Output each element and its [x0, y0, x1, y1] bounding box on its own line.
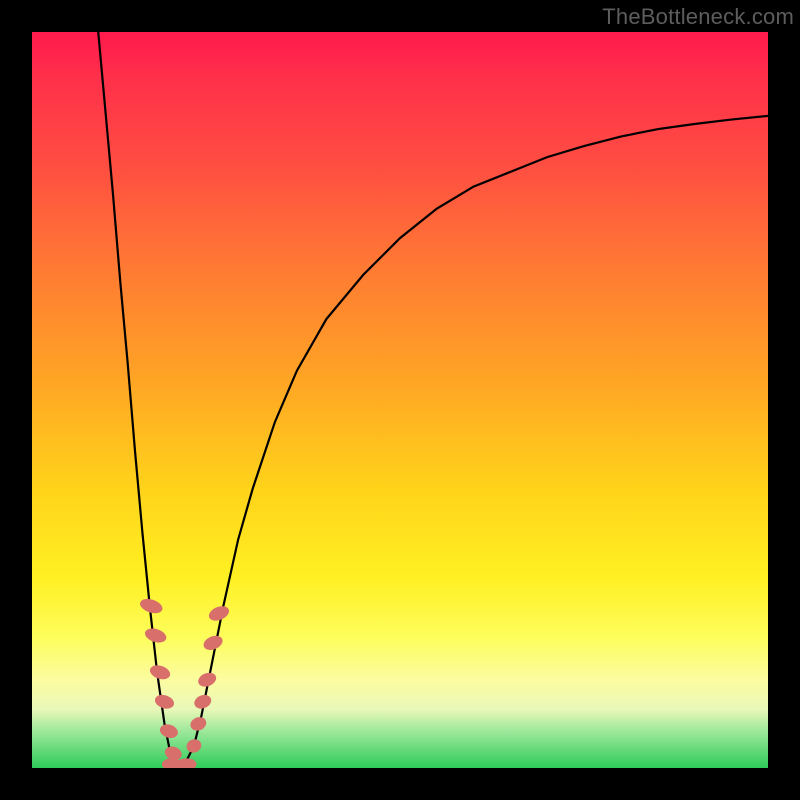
data-marker	[163, 744, 183, 762]
data-marker	[162, 758, 182, 768]
data-marker	[207, 603, 231, 623]
data-marker	[192, 692, 213, 711]
chart-frame: TheBottleneck.com	[0, 0, 800, 800]
data-marker	[177, 758, 197, 768]
data-marker	[138, 596, 164, 616]
marker-group	[138, 596, 231, 768]
data-marker	[158, 722, 180, 740]
data-marker	[148, 663, 172, 682]
plot-area	[32, 32, 768, 768]
data-marker	[143, 626, 168, 645]
watermark-text: TheBottleneck.com	[602, 4, 794, 30]
marker-layer	[32, 32, 768, 768]
bottleneck-curve-right	[179, 116, 768, 768]
data-marker	[185, 737, 204, 755]
data-marker	[153, 693, 176, 711]
curve-layer	[32, 32, 768, 768]
data-marker	[201, 633, 224, 652]
bottleneck-curve-left	[98, 32, 179, 768]
data-marker	[169, 760, 189, 768]
data-marker	[188, 715, 208, 733]
data-marker	[196, 670, 218, 689]
